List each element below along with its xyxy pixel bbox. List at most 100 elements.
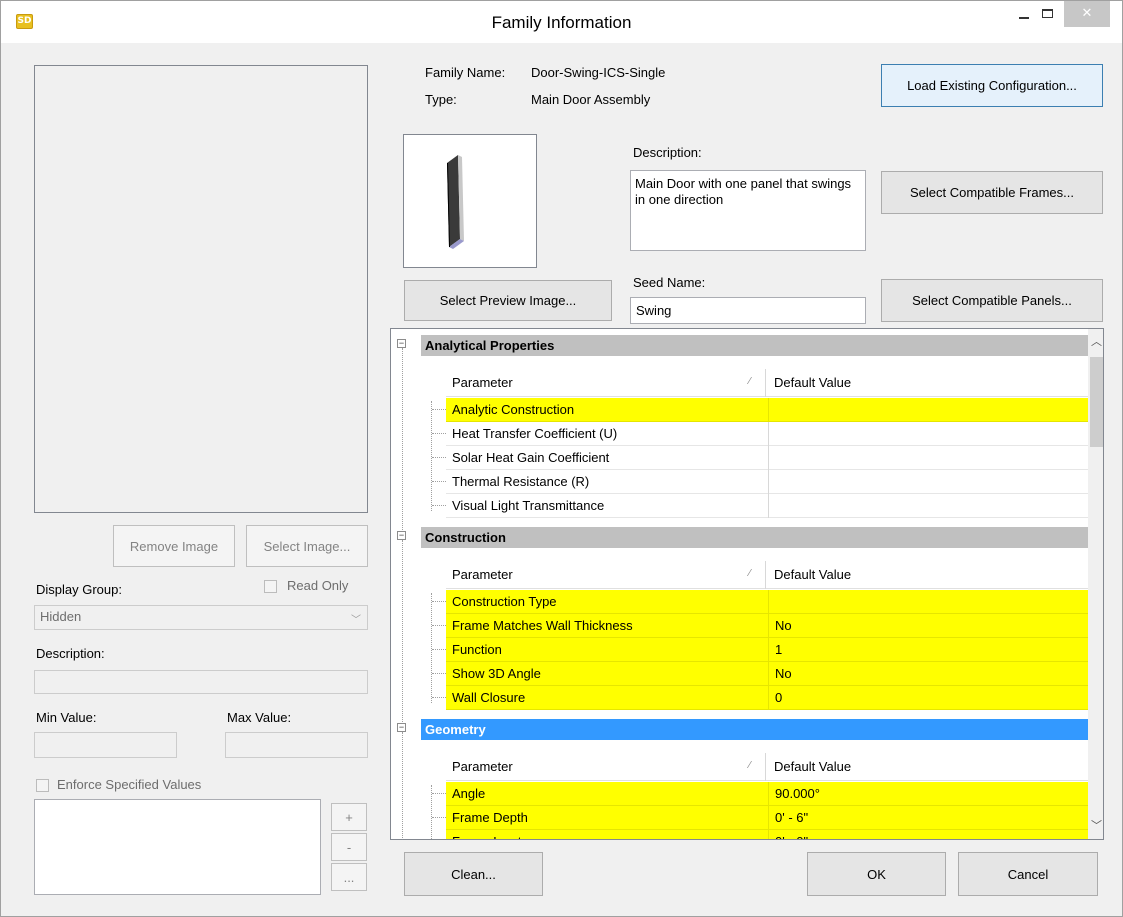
table-row[interactable]: Heat Transfer Coefficient (U): [446, 422, 1088, 446]
enforce-values-checkbox[interactable]: [36, 779, 49, 792]
parameter-name: Thermal Resistance (R): [452, 474, 590, 489]
column-header-default-value[interactable]: Default Value: [768, 369, 1088, 397]
table-row[interactable]: Thermal Resistance (R): [446, 470, 1088, 494]
table-row[interactable]: Visual Light Transmittance: [446, 494, 1088, 518]
description-label: Description:: [633, 145, 702, 160]
max-value-input[interactable]: [225, 732, 368, 758]
tree-line: [402, 348, 403, 538]
family-name-label: Family Name:: [425, 65, 506, 80]
tree-line: [432, 649, 446, 650]
ok-button[interactable]: OK: [807, 852, 946, 896]
title-bar: SD Family Information ✕: [1, 1, 1122, 43]
close-button[interactable]: ✕: [1064, 1, 1110, 27]
seed-name-input[interactable]: Swing: [630, 297, 866, 324]
collapse-icon[interactable]: −: [397, 531, 406, 540]
table-row[interactable]: Function 1: [446, 638, 1088, 662]
sort-icon: ⁄: [749, 568, 751, 579]
table-row[interactable]: Angle 90.000°: [446, 782, 1088, 806]
tree-line: [432, 457, 446, 458]
table-row[interactable]: Frame Inset 0' - 0": [446, 830, 1088, 839]
column-header-parameter[interactable]: Parameter: [446, 369, 766, 397]
type-value: Main Door Assembly: [531, 92, 651, 107]
cancel-button[interactable]: Cancel: [958, 852, 1098, 896]
parameter-value[interactable]: [768, 422, 1088, 446]
min-value-input[interactable]: [34, 732, 177, 758]
parameter-value[interactable]: [768, 470, 1088, 494]
more-values-button[interactable]: ...: [331, 863, 367, 891]
parameter-value[interactable]: 0' - 6": [768, 806, 1088, 830]
parameter-value[interactable]: 0: [768, 686, 1088, 710]
tree-line: [432, 793, 446, 794]
add-value-button[interactable]: +: [331, 803, 367, 831]
select-image-button[interactable]: Select Image...: [246, 525, 368, 567]
table-row[interactable]: Solar Heat Gain Coefficient: [446, 446, 1088, 470]
parameter-name: Angle: [452, 786, 486, 801]
parameter-value[interactable]: [768, 446, 1088, 470]
parameter-name: Function: [452, 642, 502, 657]
column-header-default-value[interactable]: Default Value: [768, 753, 1088, 781]
remove-image-button[interactable]: Remove Image: [113, 525, 235, 567]
select-compatible-frames-button[interactable]: Select Compatible Frames...: [881, 171, 1103, 214]
parameter-value[interactable]: 0' - 0": [768, 830, 1088, 839]
scrollbar-thumb[interactable]: [1090, 357, 1103, 447]
door-icon: [447, 155, 464, 249]
max-value-label: Max Value:: [227, 710, 292, 725]
column-header-default-value[interactable]: Default Value: [768, 561, 1088, 589]
table-row[interactable]: Analytic Construction: [446, 398, 1088, 422]
grid-header: Parameter ⁄ Default Value: [446, 561, 1088, 589]
table-row[interactable]: Wall Closure 0: [446, 686, 1088, 710]
table-row[interactable]: Construction Type: [446, 590, 1088, 614]
category-title: Geometry: [421, 719, 1088, 740]
display-group-label: Display Group:: [36, 582, 122, 597]
parameter-name: Frame Depth: [452, 810, 528, 825]
table-row[interactable]: Show 3D Angle No: [446, 662, 1088, 686]
field-description-input[interactable]: [34, 670, 368, 694]
tree-line: [431, 593, 432, 703]
display-group-select[interactable]: Hidden ﹀: [34, 605, 368, 630]
tree-line: [432, 697, 446, 698]
maximize-button[interactable]: [1034, 1, 1060, 27]
load-existing-configuration-button[interactable]: Load Existing Configuration...: [881, 64, 1103, 107]
parameter-value[interactable]: 90.000°: [768, 782, 1088, 806]
parameter-value[interactable]: No: [768, 662, 1088, 686]
parameter-value[interactable]: No: [768, 614, 1088, 638]
read-only-checkbox[interactable]: [264, 580, 277, 593]
parameter-value[interactable]: [768, 494, 1088, 518]
column-header-parameter[interactable]: Parameter: [446, 561, 766, 589]
column-header-parameter[interactable]: Parameter: [446, 753, 766, 781]
parameter-name: Heat Transfer Coefficient (U): [452, 426, 618, 441]
tree-line: [432, 505, 446, 506]
field-description-label: Description:: [36, 646, 105, 661]
window-title: Family Information: [491, 13, 632, 32]
clean-button[interactable]: Clean...: [404, 852, 543, 896]
collapse-icon[interactable]: −: [397, 339, 406, 348]
parameter-value[interactable]: [768, 398, 1088, 422]
property-grid[interactable]: − Analytical Properties Parameter ⁄ Defa…: [390, 328, 1104, 840]
parameter-value[interactable]: 1: [768, 638, 1088, 662]
chevron-down-icon: ﹀: [351, 615, 361, 626]
remove-value-button[interactable]: -: [331, 833, 367, 861]
parameter-value[interactable]: [768, 590, 1088, 614]
sort-icon: ⁄: [749, 376, 751, 387]
table-row[interactable]: Frame Matches Wall Thickness No: [446, 614, 1088, 638]
image-preview-area: [34, 65, 368, 513]
grid-header: Parameter ⁄ Default Value: [446, 369, 1088, 397]
collapse-icon[interactable]: −: [397, 723, 406, 732]
select-preview-image-button[interactable]: Select Preview Image...: [404, 280, 612, 321]
parameter-name: Visual Light Transmittance: [452, 498, 605, 513]
min-value-label: Min Value:: [36, 710, 97, 725]
read-only-label: Read Only: [287, 578, 349, 593]
category-construction[interactable]: − Construction: [391, 524, 1088, 548]
description-textarea[interactable]: Main Door with one panel that swings in …: [630, 170, 866, 251]
select-compatible-panels-button[interactable]: Select Compatible Panels...: [881, 279, 1103, 322]
parameter-name: Analytic Construction: [452, 402, 575, 417]
chevron-down-icon[interactable]: ﹀: [1088, 817, 1103, 834]
category-geometry[interactable]: − Geometry: [391, 716, 1088, 740]
chevron-up-icon[interactable]: ︿: [1088, 333, 1103, 350]
table-row[interactable]: Frame Depth 0' - 6": [446, 806, 1088, 830]
grid-scrollbar[interactable]: ︿ ﹀: [1088, 329, 1103, 839]
specified-values-list[interactable]: [34, 799, 321, 895]
category-title: Construction: [421, 527, 1088, 548]
category-analytical-properties[interactable]: − Analytical Properties: [391, 332, 1088, 356]
close-icon: ✕: [1081, 5, 1093, 20]
